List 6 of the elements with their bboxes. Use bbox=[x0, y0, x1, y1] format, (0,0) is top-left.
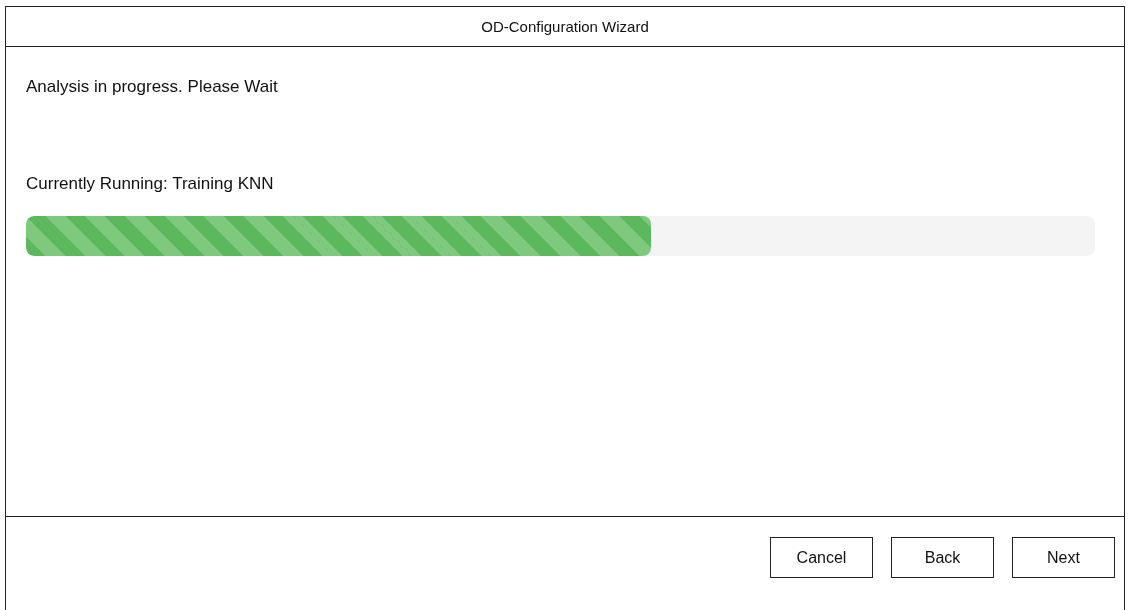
wizard-button[interactable]: Cancel bbox=[770, 537, 873, 578]
status-message: Analysis in progress. Please Wait bbox=[26, 77, 279, 97]
wizard-button[interactable]: Back bbox=[891, 537, 994, 578]
window-title: OD-Configuration Wizard bbox=[6, 7, 1124, 47]
current-task-label: Currently Running: Training KNN bbox=[26, 174, 275, 194]
wizard-button[interactable]: Next bbox=[1012, 537, 1115, 578]
